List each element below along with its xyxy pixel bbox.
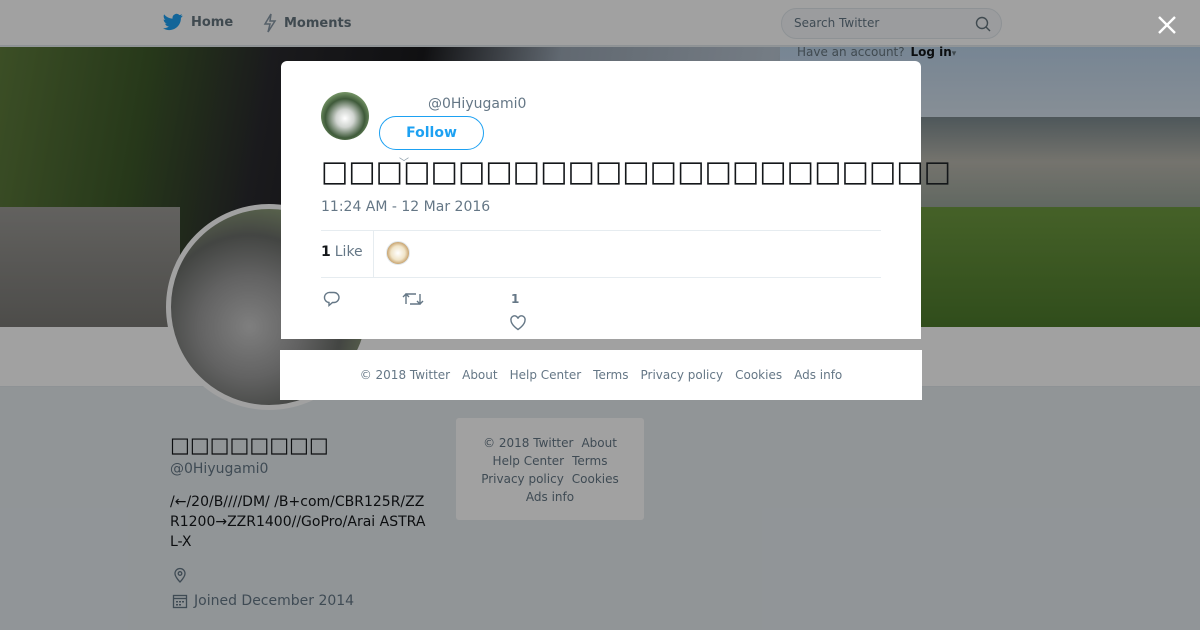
close-icon[interactable] — [1156, 14, 1178, 36]
footer-ads[interactable]: Ads info — [794, 368, 842, 382]
tweet-timestamp[interactable]: 11:24 AM - 12 Mar 2016 — [321, 199, 490, 215]
like-button[interactable] — [509, 314, 527, 336]
action-like-count: 1 — [511, 292, 520, 306]
retweet-button[interactable] — [402, 290, 424, 312]
footer-about[interactable]: About — [462, 368, 497, 382]
footer-help[interactable]: Help Center — [510, 368, 582, 382]
divider — [321, 277, 881, 278]
footer-terms[interactable]: Terms — [593, 368, 628, 382]
tweet-author-avatar[interactable] — [321, 92, 369, 140]
like-label: Like — [334, 244, 363, 260]
reply-icon[interactable] — [323, 290, 341, 308]
footer-copyright: © 2018 Twitter — [359, 368, 451, 382]
close-button[interactable] — [1156, 14, 1178, 36]
divider — [321, 230, 881, 231]
like-count: 1 — [321, 244, 331, 260]
reply-button[interactable] — [323, 290, 341, 312]
stats-divider — [373, 231, 374, 277]
modal-footer: © 2018 Twitter About Help Center Terms P… — [280, 350, 922, 400]
tweet-modal: @0Hiyugami0 Follow ﹀ □□□□□□□□□□□□□□□□□□□… — [281, 61, 951, 339]
tweet-author-handle[interactable]: @0Hiyugami0 — [428, 96, 526, 112]
footer-cookies[interactable]: Cookies — [735, 368, 782, 382]
tweet-like-stats[interactable]: 1 Like — [321, 244, 363, 260]
tweet-text: □□□□□□□□□□□□□□□□□□□□□□□ — [321, 154, 952, 188]
footer-privacy[interactable]: Privacy policy — [641, 368, 724, 382]
heart-icon[interactable] — [509, 314, 527, 332]
retweet-icon[interactable] — [402, 290, 424, 308]
follow-button[interactable]: Follow — [379, 116, 484, 150]
liker-avatar[interactable] — [386, 241, 410, 265]
